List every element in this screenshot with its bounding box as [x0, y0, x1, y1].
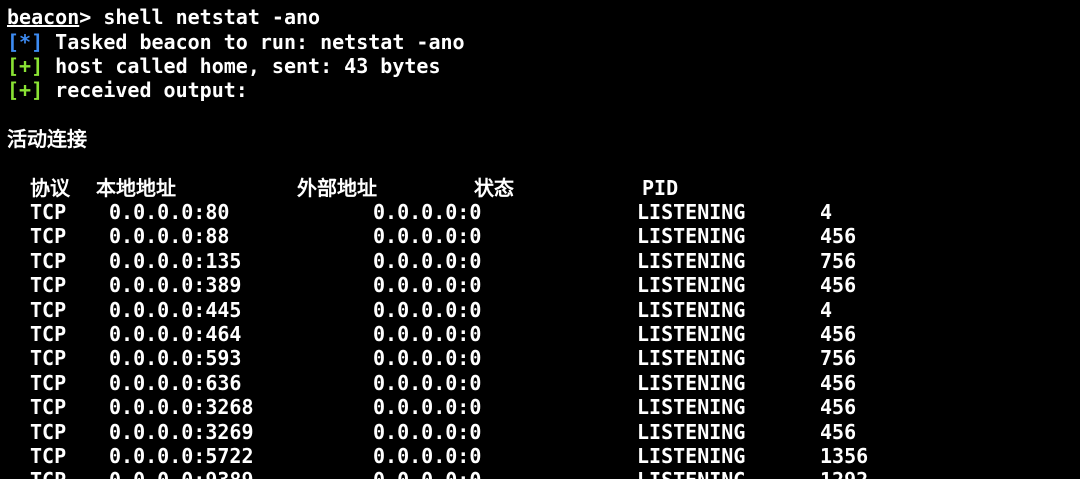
cell-protocol: TCP [30, 248, 67, 273]
prompt-command: shell netstat -ano [91, 5, 321, 29]
cell-foreign-address: 0.0.0.0:0 [373, 273, 482, 298]
cell-pid: 756 [820, 248, 857, 273]
cell-state: LISTENING [637, 224, 746, 249]
cell-foreign-address: 0.0.0.0:0 [373, 224, 482, 249]
cell-protocol: TCP [30, 273, 67, 298]
cell-local-address: 0.0.0.0:9389 [109, 468, 254, 479]
cell-protocol: TCP [30, 370, 67, 395]
info-tag: [*] [7, 30, 44, 54]
header-state: 状态 [474, 176, 514, 200]
cell-state: LISTENING [637, 273, 746, 298]
cell-protocol: TCP [30, 444, 67, 468]
cell-protocol: TCP [30, 419, 67, 444]
cell-local-address: 0.0.0.0:3268 [109, 395, 254, 420]
cell-pid: 1292 [820, 468, 868, 479]
section-title: 活动连接 [7, 127, 87, 151]
cell-state: LISTENING [637, 248, 746, 273]
cell-state: LISTENING [637, 444, 746, 468]
cell-protocol: TCP [30, 200, 67, 224]
cell-local-address: 0.0.0.0:135 [109, 248, 242, 273]
prompt-host: beacon [7, 5, 80, 29]
cell-pid: 456 [820, 322, 857, 346]
command-prompt-line: beacon> shell netstat -ano [7, 5, 320, 29]
cell-state: LISTENING [637, 370, 746, 395]
cell-foreign-address: 0.0.0.0:0 [373, 444, 482, 468]
cell-pid: 456 [820, 370, 857, 395]
cell-foreign-address: 0.0.0.0:0 [373, 468, 481, 479]
header-protocol: 协议 [30, 176, 70, 200]
cell-foreign-address: 0.0.0.0:0 [373, 322, 482, 346]
cell-foreign-address: 0.0.0.0:0 [373, 395, 482, 420]
cell-pid: 456 [820, 273, 857, 298]
cell-foreign-address: 0.0.0.0:0 [373, 248, 482, 273]
cell-protocol: TCP [30, 395, 67, 420]
header-local-address: 本地地址 [96, 176, 176, 200]
success-tag: [+] [7, 78, 44, 102]
cell-local-address: 0.0.0.0:88 [109, 224, 230, 249]
success-tag: [+] [7, 54, 44, 78]
cell-local-address: 0.0.0.0:636 [109, 370, 242, 395]
status-message-tasked: [*] Tasked beacon to run: netstat -ano [7, 30, 465, 54]
cell-protocol: TCP [30, 468, 66, 479]
cell-pid: 456 [820, 395, 857, 420]
cell-protocol: TCP [30, 346, 67, 371]
message-text: Tasked beacon to run: netstat -ano [43, 30, 465, 54]
cell-pid: 756 [820, 346, 857, 371]
cell-pid: 456 [820, 419, 857, 444]
cell-protocol: TCP [30, 322, 67, 346]
cell-state: LISTENING [637, 468, 745, 479]
cell-state: LISTENING [637, 346, 746, 371]
message-text: host called home, sent: 43 bytes [43, 54, 441, 78]
status-message-received: [+] received output: [7, 78, 248, 102]
cell-state: LISTENING [637, 297, 746, 322]
message-text: received output: [43, 78, 248, 102]
cell-local-address: 0.0.0.0:5722 [109, 444, 254, 468]
cell-protocol: TCP [30, 297, 67, 322]
cell-foreign-address: 0.0.0.0:0 [373, 200, 482, 224]
cell-protocol: TCP [30, 224, 67, 249]
cell-state: LISTENING [637, 322, 746, 346]
cell-foreign-address: 0.0.0.0:0 [373, 297, 482, 322]
cell-state: LISTENING [637, 419, 746, 444]
cell-local-address: 0.0.0.0:3269 [109, 419, 254, 444]
cell-foreign-address: 0.0.0.0:0 [373, 370, 482, 395]
cell-state: LISTENING [637, 395, 746, 420]
cell-foreign-address: 0.0.0.0:0 [373, 346, 482, 371]
header-foreign-address: 外部地址 [297, 176, 377, 200]
cell-state: LISTENING [637, 200, 746, 224]
cell-pid: 456 [820, 224, 857, 249]
cell-local-address: 0.0.0.0:80 [109, 200, 230, 224]
header-pid: PID [642, 176, 679, 200]
status-message-sent: [+] host called home, sent: 43 bytes [7, 54, 440, 78]
cell-local-address: 0.0.0.0:445 [109, 297, 242, 322]
prompt-symbol: > [79, 5, 92, 29]
cell-local-address: 0.0.0.0:389 [109, 273, 242, 298]
cell-pid: 4 [820, 200, 833, 224]
cell-local-address: 0.0.0.0:593 [109, 346, 242, 371]
terminal-output: beacon> shell netstat -ano [*] Tasked be… [0, 0, 1080, 479]
cell-pid: 4 [820, 297, 833, 322]
cell-foreign-address: 0.0.0.0:0 [373, 419, 482, 444]
cell-pid: 1356 [820, 444, 869, 468]
cell-local-address: 0.0.0.0:464 [109, 322, 242, 346]
